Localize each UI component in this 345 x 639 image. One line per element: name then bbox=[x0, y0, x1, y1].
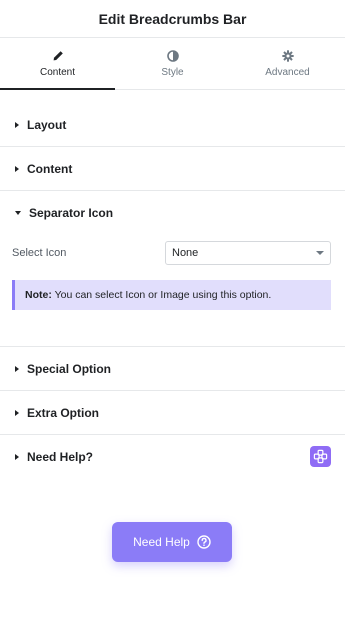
tab-advanced-label: Advanced bbox=[265, 66, 310, 78]
select-icon-value: None bbox=[172, 247, 199, 259]
section-layout-title: Layout bbox=[27, 117, 67, 132]
panel-header: Edit Breadcrumbs Bar bbox=[0, 0, 345, 38]
tab-style-label: Style bbox=[161, 66, 184, 78]
tab-style[interactable]: Style bbox=[115, 38, 230, 89]
plugin-logo-icon[interactable] bbox=[310, 446, 331, 468]
note-label: Note: bbox=[25, 289, 52, 301]
section-separator-body: Select Icon None Note: You can select Ic… bbox=[0, 241, 345, 346]
need-help-button-label: Need Help bbox=[133, 535, 190, 549]
note-box: Note: You can select Icon or Image using… bbox=[12, 280, 331, 311]
select-icon-label: Select Icon bbox=[12, 247, 67, 259]
section-content-toggle[interactable]: Content bbox=[0, 147, 345, 190]
panel-title: Edit Breadcrumbs Bar bbox=[98, 10, 247, 27]
gear-icon bbox=[281, 49, 294, 62]
tab-content[interactable]: Content bbox=[0, 38, 115, 90]
section-extra-option: Extra Option bbox=[0, 391, 345, 436]
section-special-title: Special Option bbox=[27, 361, 112, 376]
section-extra-toggle[interactable]: Extra Option bbox=[0, 391, 345, 434]
note-text: You can select Icon or Image using this … bbox=[51, 289, 272, 301]
need-help-button[interactable]: Need Help bbox=[112, 522, 232, 562]
section-help-heading: Need Help? bbox=[15, 450, 93, 464]
tab-bar: Content Style Advanced bbox=[0, 38, 345, 90]
section-special-option: Special Option bbox=[0, 347, 345, 392]
question-circle-icon bbox=[197, 535, 211, 549]
caret-right-icon bbox=[15, 409, 19, 416]
section-help-toggle[interactable]: Need Help? bbox=[0, 435, 345, 478]
section-separator-title: Separator Icon bbox=[29, 205, 114, 220]
caret-right-icon bbox=[15, 365, 19, 372]
section-extra-title: Extra Option bbox=[27, 405, 100, 420]
tab-advanced[interactable]: Advanced bbox=[230, 38, 345, 89]
select-icon-control: Select Icon None bbox=[12, 241, 331, 265]
select-icon-dropdown[interactable]: None bbox=[165, 241, 331, 265]
pencil-icon bbox=[52, 50, 64, 62]
caret-down-icon bbox=[15, 210, 21, 215]
section-separator-toggle[interactable]: Separator Icon bbox=[0, 191, 345, 234]
section-content: Content bbox=[0, 147, 345, 191]
chevron-down-icon bbox=[316, 251, 324, 255]
section-need-help: Need Help? bbox=[0, 435, 345, 478]
caret-right-icon bbox=[15, 453, 19, 460]
contrast-icon bbox=[166, 49, 179, 62]
section-help-title: Need Help? bbox=[27, 449, 94, 464]
section-content-title: Content bbox=[27, 161, 73, 176]
tab-content-label: Content bbox=[39, 66, 76, 78]
section-layout-toggle[interactable]: Layout bbox=[0, 103, 345, 146]
section-special-toggle[interactable]: Special Option bbox=[0, 347, 345, 390]
caret-right-icon bbox=[15, 165, 19, 172]
section-layout: Layout bbox=[0, 103, 345, 147]
caret-right-icon bbox=[15, 121, 19, 128]
section-separator-icon: Separator Icon Select Icon None Note: Yo… bbox=[0, 191, 345, 348]
